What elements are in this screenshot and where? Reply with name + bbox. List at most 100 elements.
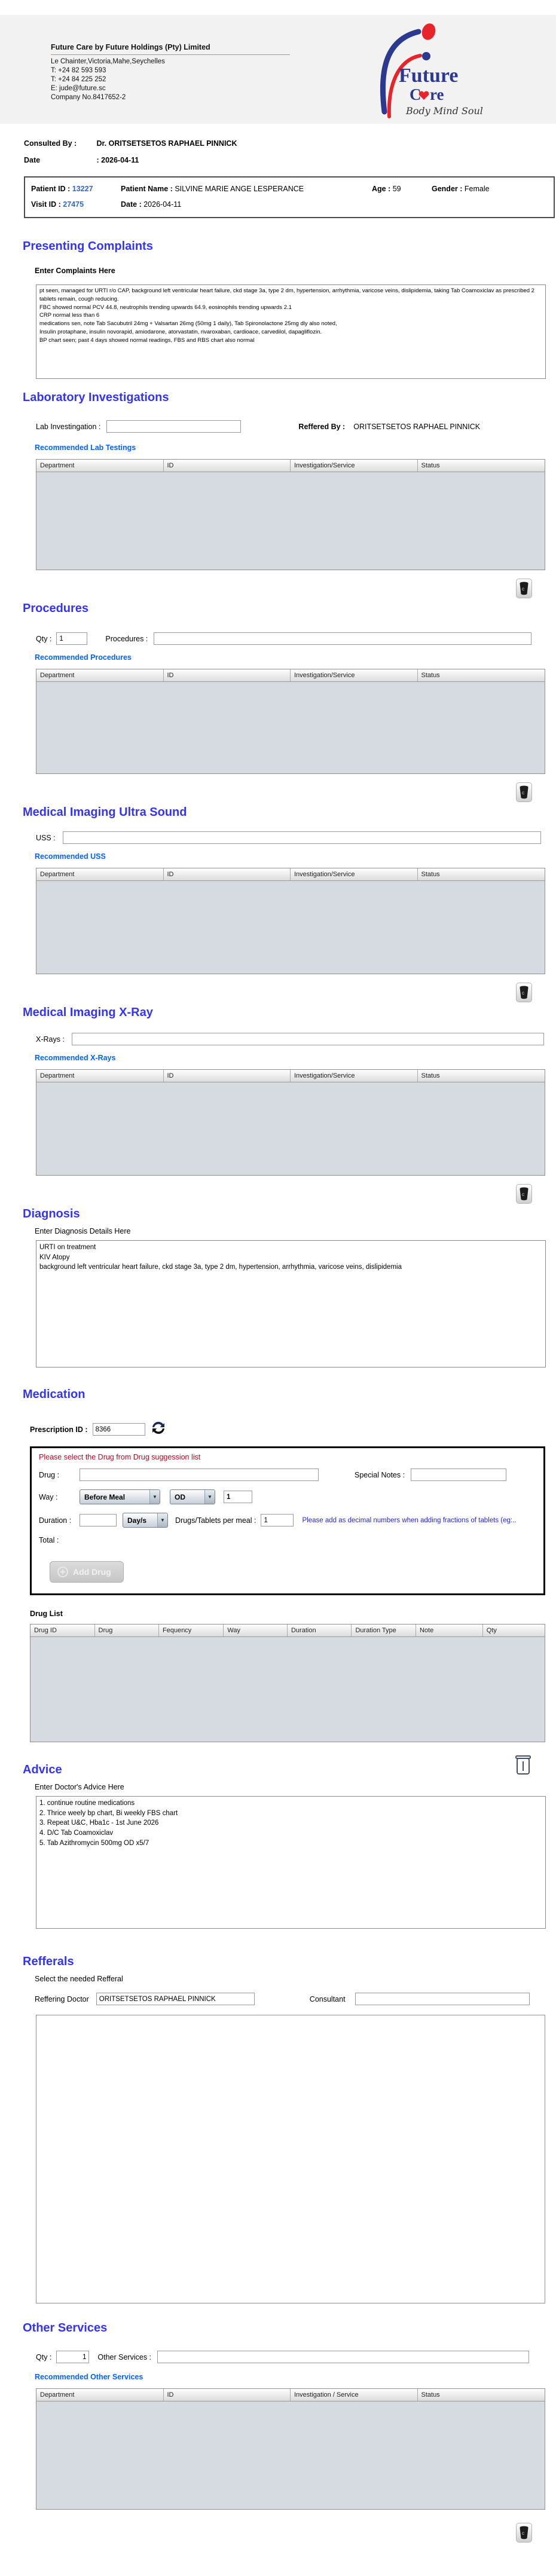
referring-doctor-input[interactable] [96,1993,255,2005]
other-services-input[interactable] [157,2351,530,2363]
drug-list-body[interactable] [30,1637,545,1742]
company-info: Future Care by Future Holdings (Pty) Lim… [51,42,290,102]
patient-row-1: Patient ID : 13227 Patient Name : SILVIN… [31,185,548,193]
patient-age-label: Age : [372,185,391,193]
consult-date-label: Date [24,156,41,164]
other-services-delete-button[interactable]: c [516,2523,532,2543]
other-services-table: Department ID Investigation / Service St… [36,2388,545,2510]
drug-list-label: Drug List [30,1610,63,1618]
duration-input[interactable] [80,1514,117,1526]
patient-name-field: Patient Name : SILVINE MARIE ANGE LESPER… [121,185,372,193]
duration-label: Duration : [39,1516,72,1525]
other-services-label: Other Services : [97,2352,152,2361]
referrals-entry-label: Select the needed Refferal [35,1975,123,1983]
duration-unit-select[interactable]: Day/s ▼ [123,1513,168,1528]
advice-textarea[interactable]: 1. continue routine medications 2. Thric… [36,1796,546,1929]
consultant-input[interactable] [355,1993,530,2005]
xray-label: X-Rays : [36,1035,65,1044]
plus-circle-icon [57,1567,68,1577]
xray-input[interactable] [71,1033,544,1045]
procedures-delete-button[interactable]: c [516,782,532,802]
uss-delete-button[interactable]: c [516,983,532,1002]
other-services-table-body[interactable] [36,2401,545,2509]
procedures-table-body[interactable] [36,682,545,773]
section-title-ultrasound: Medical Imaging Ultra Sound [23,806,187,819]
other-services-recommended-label: Recommended Other Services [35,2373,143,2381]
per-meal-input[interactable] [261,1514,294,1526]
diagnosis-entry-label: Enter Diagnosis Details Here [35,1227,131,1235]
procedures-recommended-table: Department ID Investigation/Service Stat… [36,669,545,774]
drug-col-frequency: Fequency [159,1624,224,1636]
logo-swoosh-icon: Future C re Body Mind Soul [380,23,483,118]
drug-label: Drug : [39,1470,60,1479]
procedures-input[interactable] [154,632,532,645]
xray-delete-button[interactable]: c [516,1184,532,1204]
uss-table-body[interactable] [36,881,545,974]
xray-recommended-table: Department ID Investigation/Service Stat… [36,1069,545,1176]
drug-col-qty: Qty [486,1627,497,1634]
referral-list-box[interactable] [36,2015,545,2303]
company-email: E: jude@future.sc [51,85,106,93]
svg-text:re: re [430,85,444,103]
refresh-arrows-icon [152,1421,164,1434]
way-select-value: Before Meal [84,1492,126,1501]
drug-suggestion-notice: Please select the Drug from Drug suggess… [39,1453,201,1461]
section-title-referrals: Refferals [23,1955,74,1968]
other-services-qty-input[interactable] [56,2351,90,2363]
frequency-select[interactable]: OD ▼ [170,1489,215,1504]
procedures-qty-input[interactable] [56,632,88,645]
uss-recommended-table: Department ID Investigation/Service Stat… [36,868,545,974]
advice-delete-button[interactable] [514,1753,532,1779]
lab-table-body[interactable] [36,472,545,570]
other-col-id: ID [164,2389,291,2401]
procedures-table-header: Department ID Investigation/Service Stat… [36,669,545,682]
xray-col-service: Investigation/Service [291,1070,418,1082]
section-title-presenting-complaints: Presenting Complaints [23,240,153,253]
section-title-medication: Medication [23,1388,85,1401]
visit-id-field: Visit ID : 27475 [31,200,121,209]
xray-col-department: Department [36,1070,164,1082]
section-title-other-services: Other Services [23,2321,108,2335]
patient-id-label: Patient ID : [31,185,71,193]
drug-col-note: Note [416,1624,483,1636]
lab-col-id: ID [164,460,291,472]
xray-col-status: Status [421,1072,440,1079]
lab-investigation-input[interactable] [106,420,242,433]
procedures-qty-label: Qty : [36,634,52,643]
svg-text:c: c [522,1192,524,1197]
patient-gender-label: Gender : [432,185,463,193]
referring-doctor-label: Reffering Doctor [35,1994,89,2003]
trash-recycle-icon: c [520,582,528,595]
duration-unit-value: Day/s [127,1516,147,1525]
diagnosis-textarea[interactable]: URTI on treatment KIV Atopy background l… [36,1240,546,1367]
chevron-down-icon: ▼ [149,1490,160,1504]
lab-delete-button[interactable]: c [516,579,532,598]
lab-col-service: Investigation/Service [291,460,418,472]
patient-summary-box: Patient ID : 13227 Patient Name : SILVIN… [24,176,555,218]
frequency-qty-input[interactable] [224,1491,252,1503]
prescription-refresh-button[interactable] [150,1419,167,1439]
xray-table-body[interactable] [36,1082,545,1175]
special-notes-input[interactable] [411,1468,507,1481]
prescription-id-input[interactable] [92,1423,145,1436]
section-title-procedures: Procedures [23,602,89,615]
company-phone2: T: +24 84 225 252 [51,75,106,83]
company-number: Company No.8417652-2 [51,94,126,102]
consulted-by-value: Dr. ORITSETSETOS RAPHAEL PINNICK [96,139,237,148]
patient-id-field: Patient ID : 13227 [31,185,121,193]
uss-input[interactable] [62,831,541,844]
company-phone1: T: +24 82 593 593 [51,66,106,74]
svg-text:c: c [522,990,524,996]
svg-text:Future: Future [399,65,458,87]
drug-input[interactable] [80,1468,319,1481]
other-col-department: Department [36,2389,164,2401]
other-col-service: Investigation / Service [291,2389,418,2401]
complaints-textarea[interactable]: pt seen, managed for URTI r/o CAP, backg… [36,284,546,379]
lab-table-header: Department ID Investigation/Service Stat… [36,460,545,472]
frequency-select-value: OD [175,1492,185,1501]
patient-name-label: Patient Name : [121,185,173,193]
complaints-entry-label: Enter Complaints Here [35,267,115,275]
way-select[interactable]: Before Meal ▼ [80,1489,160,1504]
svg-text:c: c [522,790,524,796]
add-drug-button[interactable]: Add Drug [50,1561,124,1583]
